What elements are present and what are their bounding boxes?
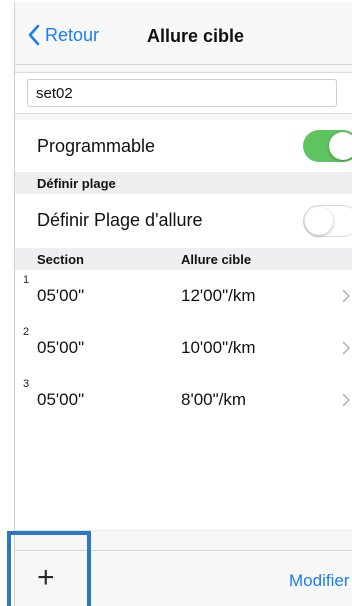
pace-cell: 8'00"/km: [181, 390, 247, 409]
column-header-pace: Allure cible: [181, 252, 252, 267]
programmable-label: Programmable: [37, 136, 156, 156]
pace-cell: 12'00"/km: [181, 286, 256, 305]
toggle-knob: [305, 207, 333, 235]
chevron-right-icon: [342, 393, 351, 407]
empty-row: [15, 426, 352, 479]
table-row[interactable]: 1 05'00" 12'00"/km: [15, 270, 352, 323]
table-row[interactable]: 3 05'00" 8'00"/km: [15, 374, 352, 427]
page-title: Allure cible: [147, 26, 245, 46]
table-header: Section Allure cible: [15, 248, 352, 270]
range-toggle[interactable]: [303, 205, 352, 237]
chevron-left-icon: [28, 24, 40, 46]
programmable-toggle[interactable]: [303, 130, 352, 162]
programmable-row: Programmable: [15, 120, 352, 173]
range-section-header: Définir plage: [15, 172, 352, 194]
phone-screen: Retour Allure cible Programmable Définir…: [14, 2, 352, 606]
section-cell: 05'00": [37, 338, 85, 357]
row-index: 2: [23, 326, 30, 338]
table-row[interactable]: 2 05'00" 10'00"/km: [15, 322, 352, 375]
back-button-label: Retour: [45, 24, 100, 45]
set-name-input[interactable]: [27, 79, 337, 107]
range-row: Définir Plage d'allure: [15, 194, 352, 249]
range-section-title: Définir plage: [37, 176, 116, 191]
chevron-right-icon: [342, 289, 351, 303]
row-index: 1: [23, 274, 30, 286]
add-button-highlight-box: [7, 531, 91, 606]
chevron-right-icon: [342, 341, 351, 355]
section-cell: 05'00": [37, 390, 85, 409]
back-button[interactable]: Retour: [27, 22, 99, 48]
column-header-section: Section: [37, 252, 84, 267]
toggle-knob: [329, 132, 352, 160]
empty-row: [15, 478, 352, 531]
name-row: [15, 72, 352, 114]
navigation-bar: Retour Allure cible: [15, 2, 352, 65]
row-index: 3: [23, 378, 30, 390]
section-cell: 05'00": [37, 286, 85, 305]
range-label: Définir Plage d'allure: [37, 210, 203, 230]
pace-cell: 10'00"/km: [181, 338, 256, 357]
modify-button[interactable]: Modifier: [289, 571, 349, 591]
